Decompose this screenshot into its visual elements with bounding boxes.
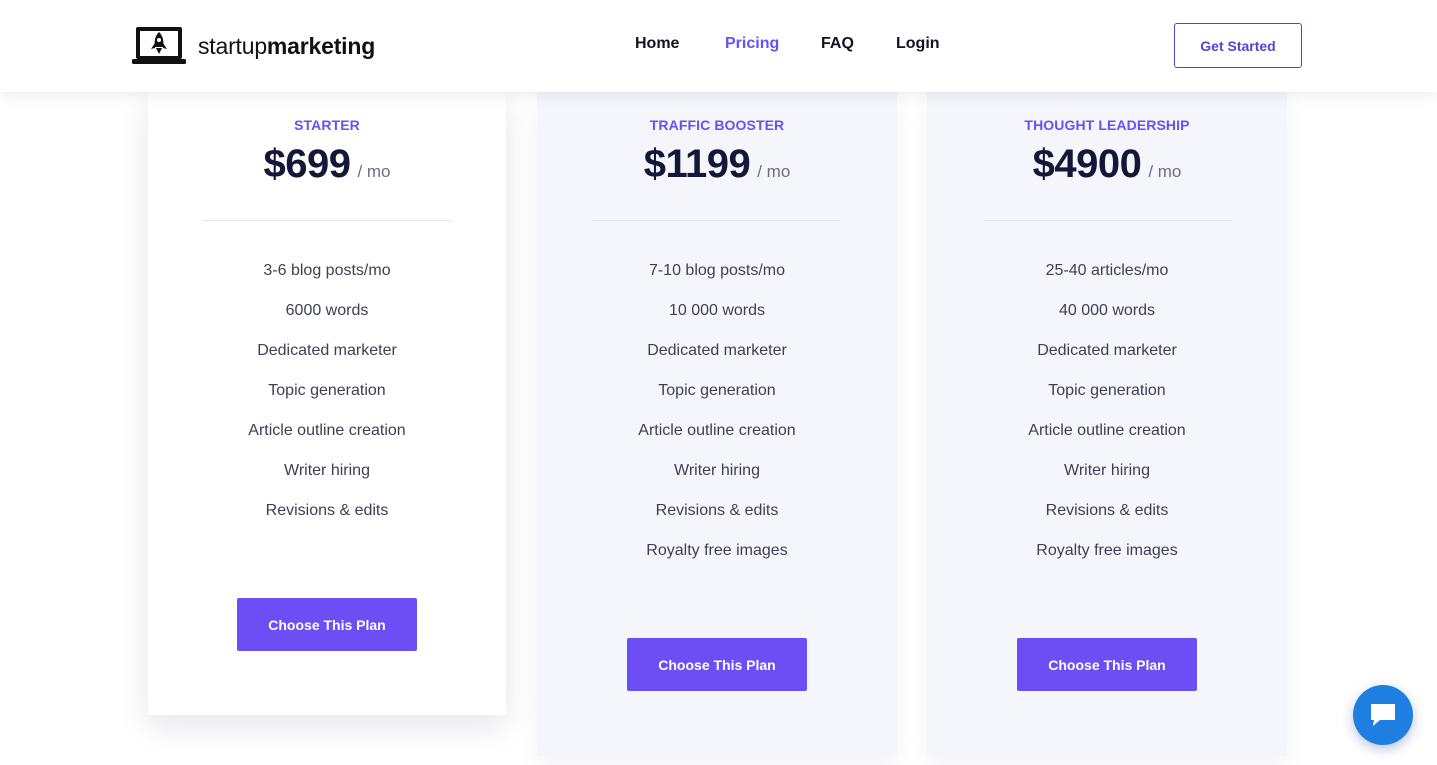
logo-text-regular: startup (198, 32, 267, 59)
logo-text-bold: marketing (266, 32, 376, 59)
feature-item: Revisions & edits (265, 502, 389, 519)
nav-faq[interactable]: FAQ (821, 35, 854, 53)
feature-item: Dedicated marketer (1037, 342, 1177, 359)
plan-name: TRAFFIC BOOSTER (649, 117, 785, 133)
pricing-card-traffic-booster: TRAFFIC BOOSTER $1199 / mo 7-10 blog pos… (537, 92, 897, 756)
feature-item: 10 000 words (668, 302, 766, 319)
nav-home[interactable]: Home (635, 35, 679, 53)
pricing-card-thought-leadership: THOUGHT LEADERSHIP $4900 / mo 25-40 arti… (927, 92, 1287, 756)
price-period: / mo (357, 162, 391, 181)
pricing-card-starter: STARTER $699 / mo 3-6 blog posts/mo 6000… (148, 92, 506, 715)
nav-pricing[interactable]: Pricing (725, 35, 779, 53)
chat-bubble-icon (1371, 704, 1395, 726)
feature-item: 25-40 articles/mo (1045, 262, 1169, 279)
get-started-button[interactable]: Get Started (1174, 23, 1302, 68)
nav-login[interactable]: Login (896, 35, 940, 53)
rocket-laptop-icon (132, 27, 186, 64)
feature-list: 7-10 blog posts/mo 10 000 words Dedicate… (537, 259, 897, 579)
feature-item: Dedicated marketer (647, 342, 787, 359)
feature-item: Article outline creation (248, 422, 406, 439)
plan-name: STARTER (294, 117, 360, 133)
plan-name: THOUGHT LEADERSHIP (1024, 117, 1190, 133)
price-amount: $1199 (643, 142, 751, 186)
feature-item: 6000 words (285, 302, 369, 319)
feature-item: Writer hiring (284, 462, 370, 479)
price-period: / mo (1148, 162, 1182, 181)
feature-list: 25-40 articles/mo 40 000 words Dedicated… (927, 259, 1287, 579)
site-header: startupmarketing Home Pricing FAQ Login … (0, 0, 1437, 92)
feature-item: Topic generation (658, 382, 776, 399)
divider (202, 220, 452, 221)
price-amount: $4900 (1032, 142, 1142, 186)
logo-text: startupmarketing (198, 33, 375, 60)
feature-item: Royalty free images (646, 542, 788, 559)
feature-item: Revisions & edits (655, 502, 779, 519)
divider (592, 220, 840, 221)
feature-item: Article outline creation (1028, 422, 1186, 439)
feature-list: 3-6 blog posts/mo 6000 words Dedicated m… (148, 259, 506, 539)
choose-plan-button[interactable]: Choose This Plan (1017, 638, 1197, 691)
choose-plan-button[interactable]: Choose This Plan (237, 598, 417, 651)
feature-item: Writer hiring (674, 462, 760, 479)
feature-item: Writer hiring (1064, 462, 1150, 479)
logo[interactable]: startupmarketing (132, 25, 375, 67)
divider (984, 220, 1232, 221)
feature-item: Topic generation (1048, 382, 1166, 399)
plan-price: $1199 / mo (537, 142, 897, 187)
price-amount: $699 (263, 142, 351, 186)
choose-plan-button[interactable]: Choose This Plan (627, 638, 807, 691)
chat-widget-button[interactable] (1353, 685, 1413, 745)
plan-price: $699 / mo (148, 142, 506, 187)
feature-item: Royalty free images (1036, 542, 1178, 559)
feature-item: 3-6 blog posts/mo (263, 262, 391, 279)
feature-item: Revisions & edits (1045, 502, 1169, 519)
price-period: / mo (757, 162, 791, 181)
feature-item: Dedicated marketer (257, 342, 397, 359)
feature-item: 7-10 blog posts/mo (648, 262, 786, 279)
feature-item: 40 000 words (1058, 302, 1156, 319)
feature-item: Topic generation (268, 382, 386, 399)
plan-price: $4900 / mo (927, 142, 1287, 187)
feature-item: Article outline creation (638, 422, 796, 439)
